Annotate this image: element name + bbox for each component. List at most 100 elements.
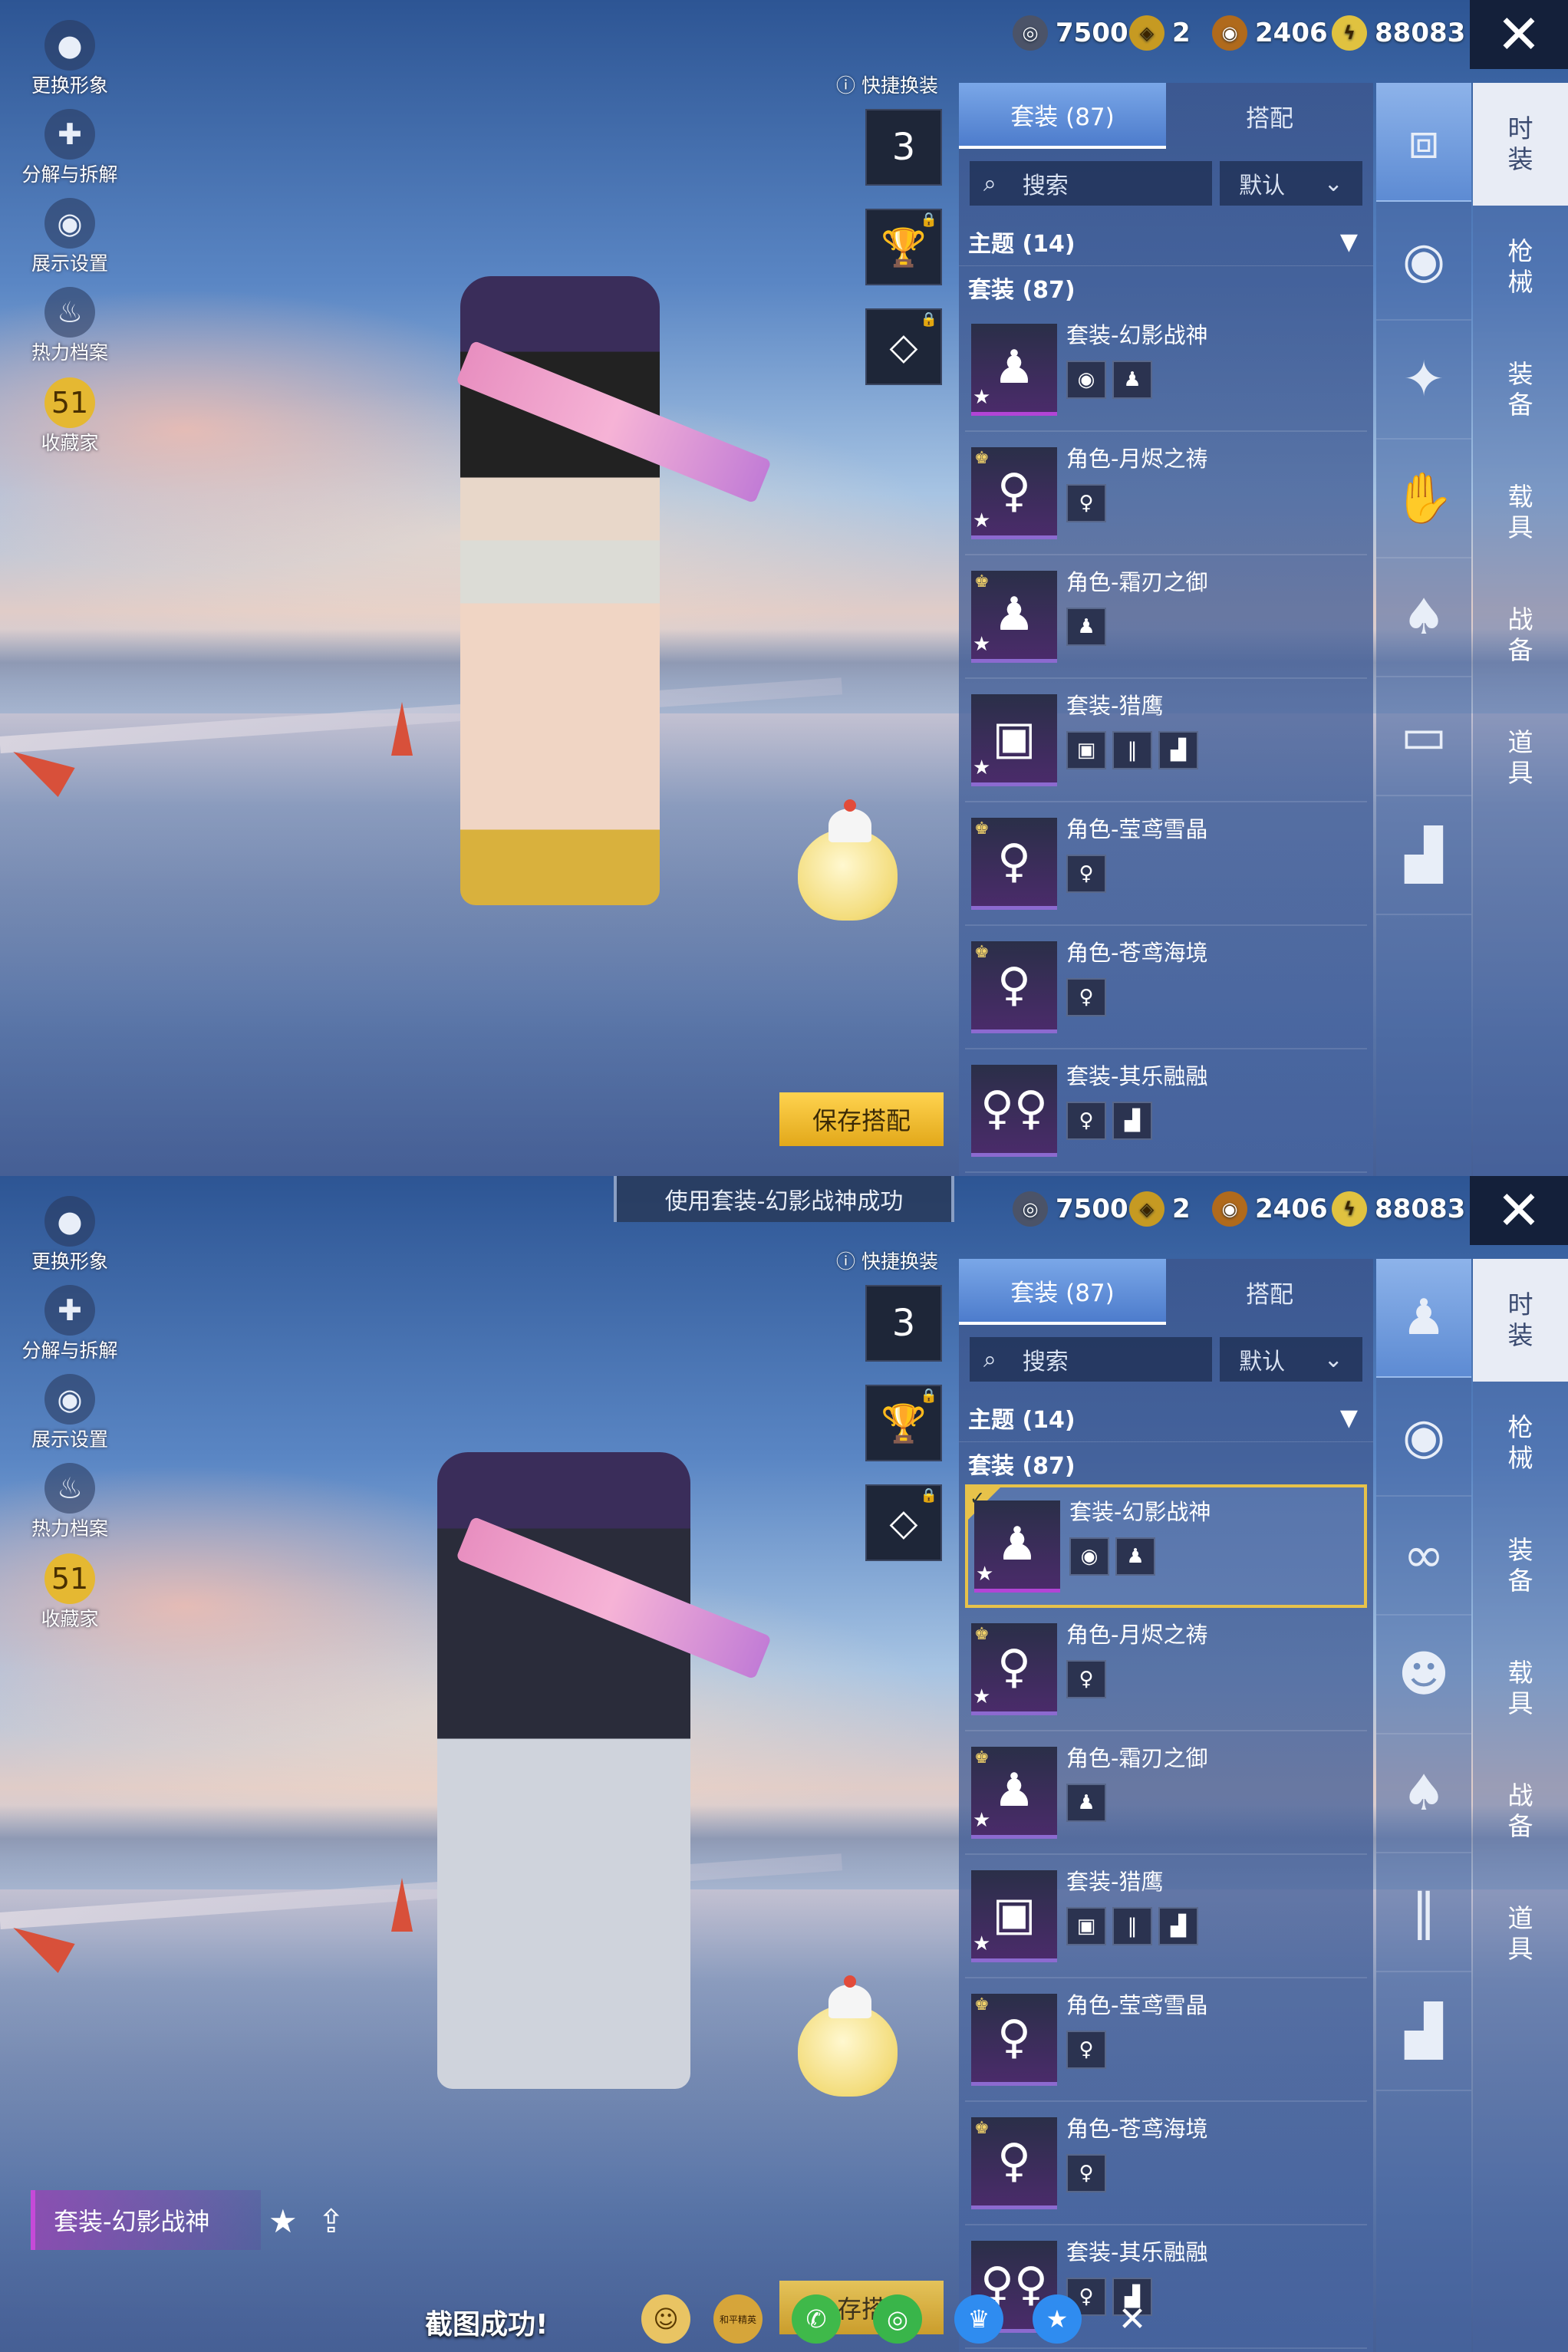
game-friend-share-icon[interactable]: ☺ bbox=[641, 2294, 690, 2344]
list-item[interactable]: ♟ ★ 套装-幻影战神 ◉ ♟ bbox=[965, 308, 1367, 432]
tab-match[interactable]: 搭配 bbox=[1166, 83, 1373, 149]
tab-match[interactable]: 搭配 bbox=[1166, 1259, 1373, 1325]
list-item[interactable]: ♟ ♚ ★ 角色-霜刃之御 ♟ bbox=[965, 555, 1367, 679]
helmet-icon: ◉ bbox=[1066, 360, 1106, 399]
diamond-slot[interactable]: ◇ 🔒 bbox=[865, 1484, 942, 1561]
helmet-icon[interactable]: ◉ bbox=[1376, 1378, 1471, 1497]
pet-chick[interactable] bbox=[798, 1975, 898, 2097]
list-item[interactable]: ♀ ♚ 角色-苍鸢海境 ♀ bbox=[965, 926, 1367, 1049]
helmet-icon: ◉ bbox=[1069, 1537, 1109, 1576]
currency-4[interactable]: ϟ 88083 bbox=[1332, 1190, 1465, 1228]
currency-1[interactable]: ◎ 7500 bbox=[1013, 1190, 1128, 1228]
tab-guns[interactable]: 枪械 bbox=[1505, 206, 1536, 328]
tab-items[interactable]: 道具 bbox=[1505, 1873, 1536, 1995]
shoes-icon: ▟ bbox=[1112, 1101, 1152, 1140]
decompose-button[interactable]: ✚ 分解与拆解 bbox=[12, 1285, 127, 1363]
share-icon[interactable]: ⇪ bbox=[318, 2202, 344, 2240]
tab-fashion[interactable]: 时装 bbox=[1473, 1259, 1568, 1382]
pants-icon[interactable]: ‖ bbox=[1376, 1853, 1471, 1972]
close-icon[interactable]: ✕ bbox=[1470, 0, 1568, 69]
search-input[interactable]: ⌕ 搜索 bbox=[970, 161, 1212, 206]
currency-3[interactable]: ◉ 2406 bbox=[1212, 1190, 1328, 1228]
pet-chick[interactable] bbox=[798, 799, 898, 921]
display-settings-button[interactable]: ◉ 展示设置 bbox=[12, 198, 127, 276]
collector-badge-icon: 51 bbox=[44, 1553, 95, 1604]
tab-vehicles[interactable]: 载具 bbox=[1505, 451, 1536, 574]
star-icon[interactable]: ★ bbox=[268, 2202, 298, 2240]
qzone-icon[interactable]: ★ bbox=[1033, 2294, 1082, 2344]
wechat-icon[interactable]: ✆ bbox=[792, 2294, 841, 2344]
currency-2[interactable]: ◈ 2 bbox=[1129, 14, 1191, 52]
save-match-button[interactable]: 保存搭配 bbox=[779, 1092, 944, 1146]
quick-change-label[interactable]: ⓘ 快捷换装 bbox=[836, 1247, 938, 1274]
shoes-icon[interactable]: ▟ bbox=[1376, 796, 1471, 915]
heat-archive-button[interactable]: ♨ 热力档案 bbox=[12, 1463, 127, 1541]
sort-dropdown[interactable]: 默认 ⌄ bbox=[1219, 161, 1362, 206]
game-logo-share-icon[interactable]: 和平精英 bbox=[713, 2294, 763, 2344]
triangle-down-icon: ▼ bbox=[1339, 1404, 1358, 1431]
tab-outfits[interactable]: 套装 (87) bbox=[959, 1259, 1166, 1325]
change-avatar-button[interactable]: ● 更换形象 bbox=[12, 20, 127, 98]
eye-icon: ◉ bbox=[44, 198, 95, 249]
diamond-slot[interactable]: ◇ 🔒 bbox=[865, 308, 942, 385]
close-icon[interactable]: ✕ bbox=[1470, 1176, 1568, 1245]
collector-button[interactable]: 51 收藏家 bbox=[12, 377, 127, 456]
tab-equipment[interactable]: 装备 bbox=[1505, 328, 1536, 451]
flame-icon: ♨ bbox=[44, 1463, 95, 1514]
decompose-button[interactable]: ✚ 分解与拆解 bbox=[12, 109, 127, 187]
hanger-slot[interactable]: 3 bbox=[865, 109, 942, 186]
suit-icon[interactable]: ♟ bbox=[1376, 1259, 1471, 1378]
list-item[interactable]: ▣ ★ 套装-猎鹰 ▣ ‖ ▟ bbox=[965, 679, 1367, 802]
glasses-icon[interactable]: ✦ bbox=[1376, 321, 1471, 440]
close-share-icon[interactable]: ✕ bbox=[1108, 2294, 1157, 2344]
display-settings-button[interactable]: ◉ 展示设置 bbox=[12, 1374, 127, 1452]
gloves-icon[interactable]: ✋ bbox=[1376, 440, 1471, 558]
tab-equipment[interactable]: 装备 bbox=[1505, 1504, 1536, 1627]
tab-items[interactable]: 道具 bbox=[1505, 697, 1536, 819]
jacket-icon[interactable]: ♠ bbox=[1376, 1734, 1471, 1853]
boots-icon[interactable]: ▟ bbox=[1376, 1972, 1471, 2091]
search-input[interactable]: ⌕ 搜索 bbox=[970, 1337, 1212, 1382]
list-item[interactable]: ♀♀ 套装-其乐融融 ♀ ▟ bbox=[965, 2225, 1367, 2349]
shorts-icon[interactable]: ▭ bbox=[1376, 677, 1471, 796]
helmet-icon[interactable]: ◉ bbox=[1376, 202, 1471, 321]
list-item[interactable]: ♀ ♚ ★ 角色-月烬之祷 ♀ bbox=[965, 1608, 1367, 1731]
mask-icon[interactable]: ☻ bbox=[1376, 1616, 1471, 1734]
suit-icon: ♀ bbox=[1066, 1101, 1106, 1140]
tab-guns[interactable]: 枪械 bbox=[1505, 1382, 1536, 1504]
list-item-selected[interactable]: ♟★套装-幻影战神◉♟ bbox=[965, 1484, 1367, 1608]
currency-4[interactable]: ϟ 88083 bbox=[1332, 14, 1465, 52]
tab-tactical[interactable]: 战备 bbox=[1505, 1750, 1536, 1873]
collector-button[interactable]: 51 收藏家 bbox=[12, 1553, 127, 1632]
theme-section[interactable]: 主题 (14) ▼ bbox=[959, 218, 1373, 265]
pants-icon: ‖ bbox=[1112, 730, 1152, 769]
trophy-slot[interactable]: 🏆 🔒 bbox=[865, 209, 942, 285]
moments-icon[interactable]: ◎ bbox=[873, 2294, 922, 2344]
currency-3[interactable]: ◉ 2406 bbox=[1212, 14, 1328, 52]
change-avatar-button[interactable]: ● 更换形象 bbox=[12, 1196, 127, 1274]
qq-icon[interactable]: ♛ bbox=[954, 2294, 1003, 2344]
outfit-box-icon[interactable]: ⧈ bbox=[1376, 83, 1471, 202]
tab-tactical[interactable]: 战备 bbox=[1505, 574, 1536, 697]
heat-archive-button[interactable]: ♨ 热力档案 bbox=[12, 287, 127, 365]
list-item[interactable]: ♀ ♚ 角色-莹鸢雪晶 ♀ bbox=[965, 1978, 1367, 2102]
quick-change-label[interactable]: ⓘ 快捷换装 bbox=[836, 71, 938, 98]
tab-fashion[interactable]: 时装 bbox=[1473, 83, 1568, 206]
currency-1[interactable]: ◎ 7500 bbox=[1013, 14, 1128, 52]
hanger-slot[interactable]: 3 bbox=[865, 1285, 942, 1362]
sort-dropdown[interactable]: 默认 ⌄ bbox=[1219, 1337, 1362, 1382]
theme-section[interactable]: 主题 (14) ▼ bbox=[959, 1394, 1373, 1441]
list-item[interactable]: ♀ ♚ ★ 角色-月烬之祷 ♀ bbox=[965, 432, 1367, 555]
suit-icon: ♀ bbox=[1066, 977, 1106, 1016]
tab-vehicles[interactable]: 载具 bbox=[1505, 1627, 1536, 1750]
list-item[interactable]: ♀ ♚ 角色-苍鸢海境 ♀ bbox=[965, 2102, 1367, 2225]
list-item[interactable]: ♀♀ 套装-其乐融融 ♀ ▟ bbox=[965, 1049, 1367, 1173]
jacket-icon[interactable]: ♠ bbox=[1376, 558, 1471, 677]
list-item[interactable]: ♟ ♚ ★ 角色-霜刃之御 ♟ bbox=[965, 1731, 1367, 1855]
tab-outfits[interactable]: 套装 (87) bbox=[959, 83, 1166, 149]
list-item[interactable]: ♀ ♚ 角色-莹鸢雪晶 ♀ bbox=[965, 802, 1367, 926]
trophy-slot[interactable]: 🏆 🔒 bbox=[865, 1385, 942, 1461]
currency-2[interactable]: ◈ 2 bbox=[1129, 1190, 1191, 1228]
glasses-icon[interactable]: ∞ bbox=[1376, 1497, 1471, 1616]
list-item[interactable]: ▣ ★ 套装-猎鹰 ▣ ‖ ▟ bbox=[965, 1855, 1367, 1978]
